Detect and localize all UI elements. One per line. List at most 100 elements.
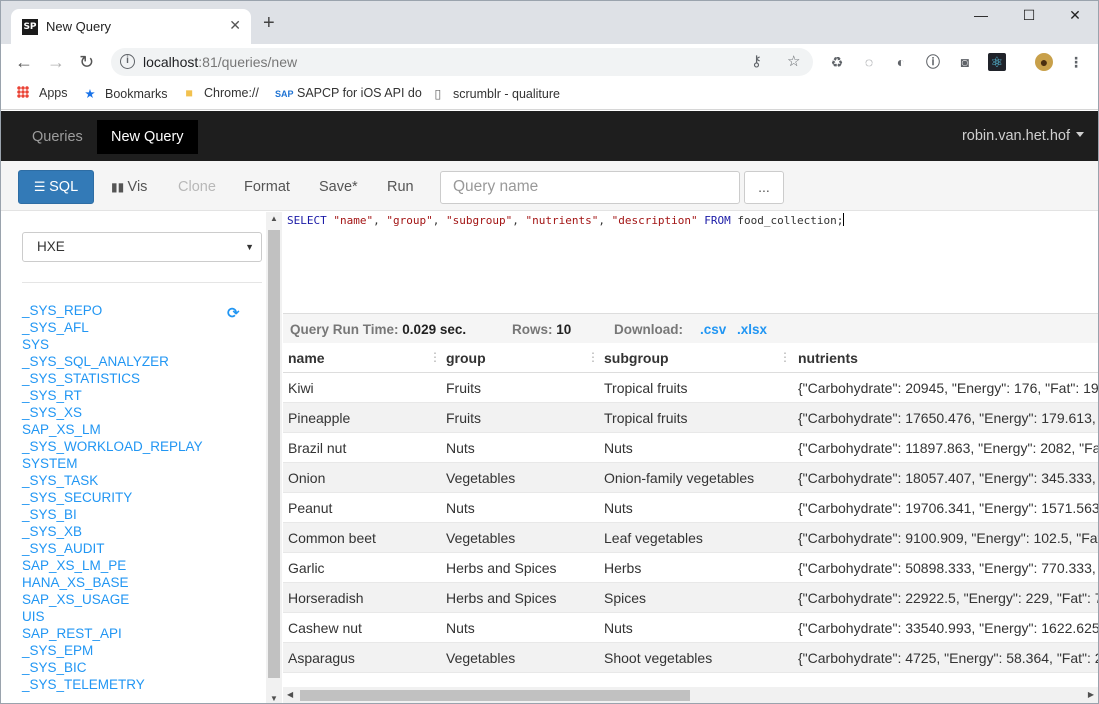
vis-button[interactable]: ▮▮ Vis — [111, 170, 147, 204]
new-tab-icon[interactable]: + — [263, 13, 275, 33]
save-button[interactable]: Save* — [319, 170, 358, 204]
schema-item[interactable]: _SYS_SQL_ANALYZER — [22, 353, 203, 370]
schema-item[interactable]: _SYS_AFL — [22, 319, 203, 336]
minimize-icon[interactable]: — — [958, 7, 1004, 29]
nav-queries[interactable]: Queries — [18, 120, 97, 154]
browser-window: SP New Query ✕ + — ☐ ✕ ← → ↻ i localhost… — [0, 0, 1099, 704]
user-menu[interactable]: robin.van.het.hof — [962, 128, 1084, 144]
schema-item[interactable]: HANA_XS_BASE — [22, 574, 203, 591]
scroll-up-icon[interactable]: ▲ — [270, 214, 278, 223]
table-row[interactable]: Brazil nut Nuts Nuts {"Carbohydrate": 11897… — [283, 433, 1098, 463]
bookmark-sapcp[interactable]: SAP SAPCP for iOS API do — [275, 86, 422, 100]
schema-item[interactable]: _SYS_XB — [22, 523, 203, 540]
bookmark-bookmarks[interactable]: ★ Bookmarks — [83, 86, 167, 101]
schema-item[interactable]: _SYS_BIC — [22, 659, 203, 676]
schema-item[interactable]: SAP_XS_USAGE — [22, 591, 203, 608]
reload-icon[interactable]: ↻ — [79, 52, 94, 72]
column-menu-icon[interactable]: ⋮ — [587, 350, 599, 364]
table-cell-name: Garlic — [288, 560, 325, 576]
table-row[interactable]: Pineapple Fruits Tropical fruits {"Carbohyd… — [283, 403, 1098, 433]
maximize-icon[interactable]: ☐ — [1006, 7, 1052, 29]
schema-item[interactable]: SAP_XS_LM_PE — [22, 557, 203, 574]
bookmark-scrumblr[interactable]: ▯ scrumblr - qualiture — [431, 86, 560, 101]
column-header-name[interactable]: name — [288, 350, 325, 366]
extension-icon[interactable]: ◐ — [892, 53, 910, 71]
schema-item[interactable]: _SYS_TELEMETRY — [22, 676, 203, 693]
menu-icon[interactable]: ⋮ — [1067, 53, 1085, 71]
nav-new-query[interactable]: New Query — [97, 120, 198, 154]
clone-button[interactable]: Clone — [178, 170, 216, 204]
schema-item[interactable]: _SYS_STATISTICS — [22, 370, 203, 387]
schema-item[interactable]: SYS — [22, 336, 203, 353]
more-button[interactable]: ... — [744, 171, 784, 204]
table-row[interactable]: Peanut Nuts Nuts {"Carbohydrate": 19706.341… — [283, 493, 1098, 523]
table-row[interactable]: Common beet Vegetables Leaf vegetables {"Ca… — [283, 523, 1098, 553]
schema-item[interactable]: _SYS_TASK — [22, 472, 203, 489]
sql-button[interactable]: ☰ SQL — [18, 170, 94, 204]
column-header-group[interactable]: group — [446, 350, 486, 366]
schema-item[interactable]: UIS — [22, 608, 203, 625]
database-select[interactable]: HXE ▼ — [22, 232, 262, 262]
column-menu-icon[interactable]: ⋮ — [779, 350, 791, 364]
address-bar[interactable]: i localhost:81/queries/new ⚷ ☆ — [111, 48, 813, 76]
table-cell-name: Horseradish — [288, 590, 364, 606]
refresh-icon[interactable]: ⟳ — [227, 304, 240, 322]
schema-item[interactable]: _SYS_BI — [22, 506, 203, 523]
bookmark-chrome[interactable]: ■ Chrome:// — [182, 86, 259, 100]
schema-item[interactable]: _SYS_EPM — [22, 642, 203, 659]
profile-avatar[interactable]: ● — [1035, 53, 1053, 71]
forward-icon[interactable]: → — [47, 52, 65, 72]
row-count: Rows: 10 — [512, 322, 572, 337]
sidebar-scrollbar[interactable]: ▲ ▼ — [266, 212, 282, 703]
schema-item[interactable]: SYSTEM — [22, 455, 203, 472]
folder-icon: ■ — [185, 86, 193, 100]
table-row[interactable]: Kiwi Fruits Tropical fruits {"Carbohydrate"… — [283, 373, 1098, 403]
star-icon[interactable]: ☆ — [787, 52, 800, 70]
extension-icon[interactable]: ◌ — [860, 53, 878, 71]
scroll-thumb[interactable] — [268, 230, 280, 678]
sql-editor[interactable]: SELECT "name", "group", "subgroup", "nut… — [283, 212, 1098, 313]
schema-item[interactable]: _SYS_RT — [22, 387, 203, 404]
back-icon[interactable]: ← — [15, 52, 33, 72]
column-header-subgroup[interactable]: subgroup — [604, 350, 669, 366]
table-row[interactable]: Onion Vegetables Onion-family vegetables {"… — [283, 463, 1098, 493]
table-row[interactable]: Asparagus Vegetables Shoot vegetables {"Car… — [283, 643, 1098, 673]
bookmark-apps[interactable]: Apps — [17, 86, 68, 100]
table-row[interactable]: Horseradish Herbs and Spices Spices {"Carbo… — [283, 583, 1098, 613]
text-cursor — [843, 213, 845, 226]
close-window-icon[interactable]: ✕ — [1052, 7, 1098, 29]
download-csv-link[interactable]: .csv — [700, 322, 726, 337]
column-menu-icon[interactable]: ⋮ — [429, 350, 441, 364]
table-cell-name: Peanut — [288, 500, 333, 516]
tab-strip: SP New Query ✕ + — ☐ ✕ — [1, 1, 1098, 44]
schema-item[interactable]: _SYS_XS — [22, 404, 203, 421]
table-row[interactable]: Cashew nut Nuts Nuts {"Carbohydrate": 33540… — [283, 613, 1098, 643]
table-row[interactable]: Garlic Herbs and Spices Herbs {"Carbohydrat… — [283, 553, 1098, 583]
run-button[interactable]: Run — [387, 170, 414, 204]
scroll-down-icon[interactable]: ▼ — [270, 694, 278, 703]
results-horizontal-scrollbar[interactable]: ◀ ▶ — [283, 687, 1098, 703]
scroll-left-icon[interactable]: ◀ — [287, 690, 293, 699]
browser-tab[interactable]: SP New Query ✕ — [11, 9, 251, 44]
schema-item[interactable]: _SYS_WORKLOAD_REPLAY — [22, 438, 203, 455]
info-extension-icon[interactable]: ⓘ — [924, 53, 942, 71]
query-name-input[interactable]: Query name — [440, 171, 740, 204]
close-tab-icon[interactable]: ✕ — [229, 17, 241, 34]
column-header-nutrients[interactable]: nutrients — [798, 350, 858, 366]
table-cell-subgroup: Tropical fruits — [604, 380, 688, 396]
schema-item[interactable]: SAP_XS_LM — [22, 421, 203, 438]
key-icon[interactable]: ⚷ — [751, 52, 762, 70]
download-xlsx-link[interactable]: .xlsx — [737, 322, 767, 337]
info-icon[interactable]: i — [120, 54, 135, 69]
schema-item[interactable]: _SYS_SECURITY — [22, 489, 203, 506]
schema-item[interactable]: _SYS_REPO — [22, 302, 203, 319]
react-devtools-icon[interactable]: ⚛ — [988, 53, 1006, 71]
camera-icon[interactable]: ◙ — [956, 53, 974, 71]
schema-item[interactable]: _SYS_AUDIT — [22, 540, 203, 557]
format-button[interactable]: Format — [244, 170, 290, 204]
schema-list: _SYS_REPO _SYS_AFL SYS _SYS_SQL_ANALYZER _SY… — [22, 302, 203, 693]
recycle-icon[interactable]: ♻ — [828, 53, 846, 71]
scroll-right-icon[interactable]: ▶ — [1088, 690, 1094, 699]
schema-item[interactable]: SAP_REST_API — [22, 625, 203, 642]
scroll-thumb[interactable] — [300, 690, 690, 701]
